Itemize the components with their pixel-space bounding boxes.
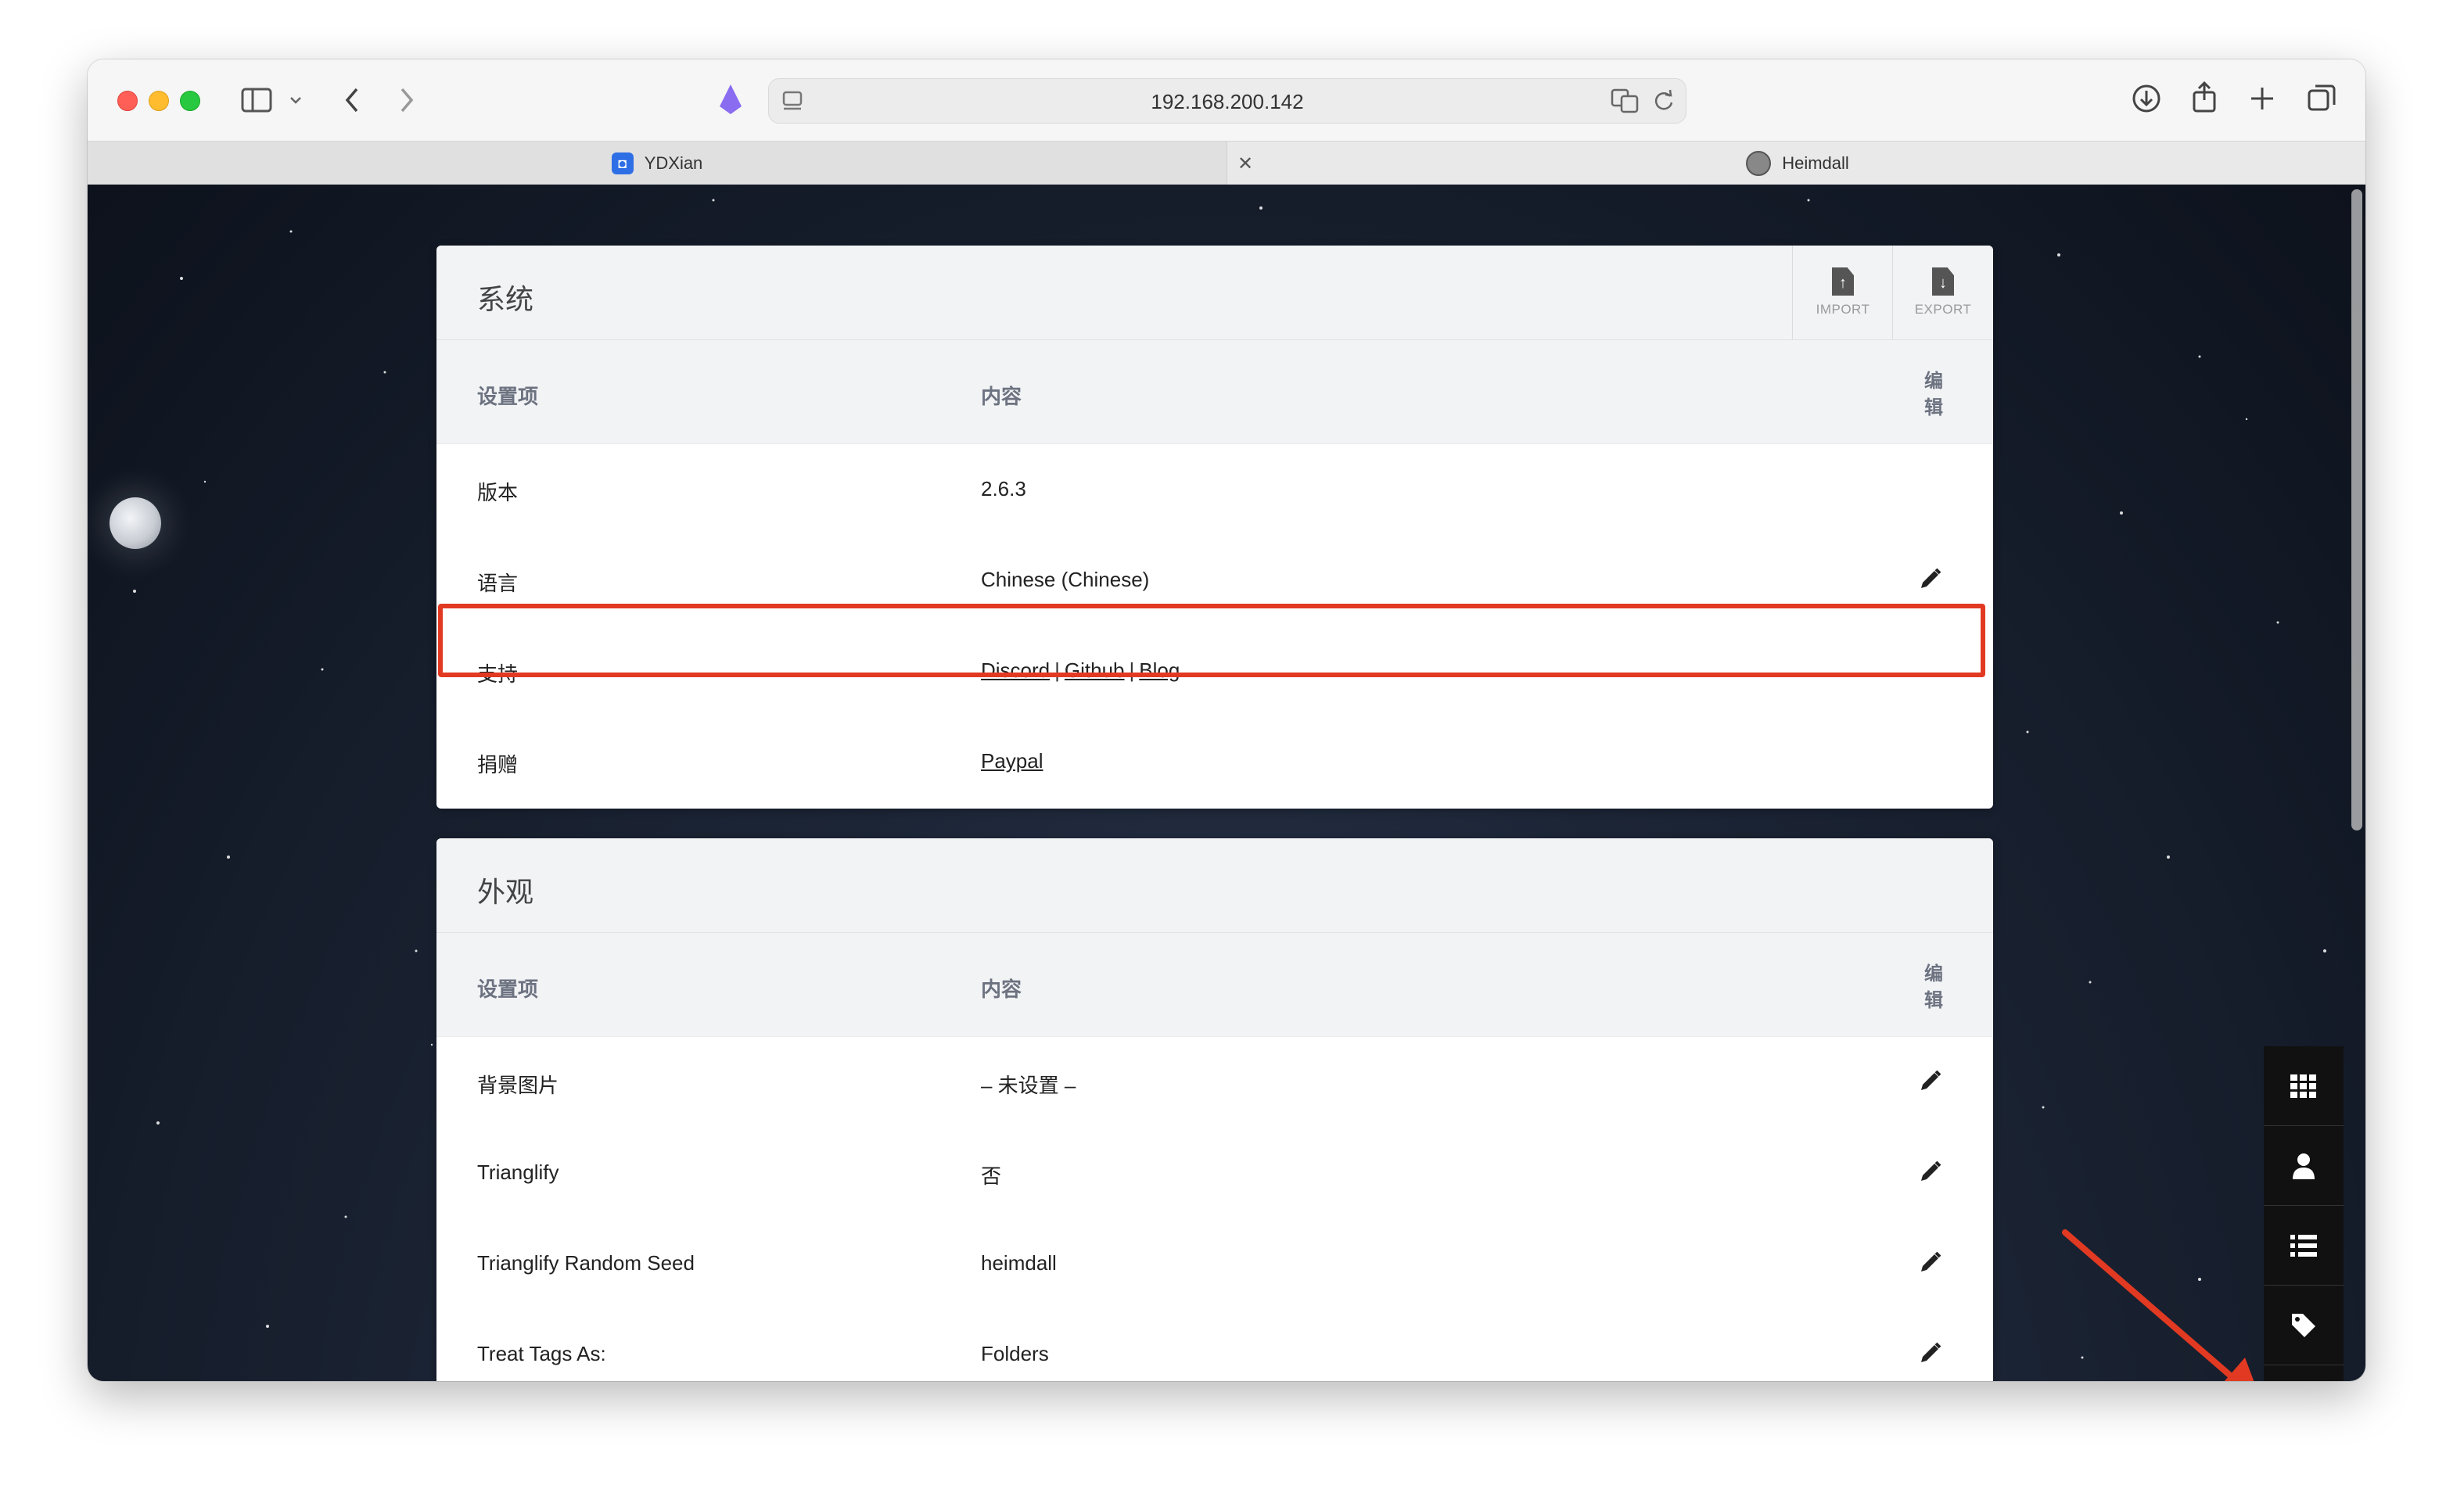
row-label: Treat Tags As: [477,1342,606,1365]
export-label: EXPORT [1914,302,1972,317]
file-upload-icon: ↑ [1832,267,1854,296]
row-value: Folders [981,1342,1049,1365]
appearance-panel: 外观 设置项 内容 编辑 背景图片 – 未设置 – Trianglify 否 T… [436,838,1993,1381]
tab-heimdall[interactable]: Heimdall [1230,142,2365,185]
table-row: 捐赠 Paypal [436,716,1993,807]
dock-settings-button[interactable] [2264,1365,2344,1381]
column-content: 内容 [981,385,1022,408]
system-panel-header: 系统 ↑ IMPORT ↓ EXPORT [436,246,1993,340]
table-row: 背景图片 – 未设置 – [436,1037,1993,1128]
ydxian-icon: ◘ [611,152,634,174]
browser-toolbar: 192.168.200.142 [88,59,2365,141]
table-row: Trianglify 否 [436,1128,1993,1218]
table-header: 设置项 内容 编辑 [436,340,1993,444]
file-download-icon: ↓ [1932,267,1954,296]
table-row: 版本 2.6.3 [436,444,1993,535]
address-bar[interactable]: 192.168.200.142 [768,78,1686,124]
page-scrollbar[interactable] [2351,189,2362,830]
row-value: 2.6.3 [981,477,1026,500]
dock-tags-button[interactable] [2264,1286,2344,1365]
user-icon [2293,1153,2315,1179]
pencil-icon[interactable] [1918,1068,1943,1093]
chevron-down-icon[interactable] [289,95,302,105]
row-label: Trianglify [477,1160,559,1184]
tag-icon [2292,1313,2315,1337]
row-value: 否 [981,1164,1002,1188]
pencil-icon[interactable] [1918,1250,1943,1275]
download-icon[interactable] [2131,83,2162,114]
heimdall-icon [1746,151,1772,176]
dock-apps-button[interactable] [2264,1046,2344,1126]
url-text: 192.168.200.142 [1151,90,1304,113]
reload-icon[interactable] [1651,88,1675,113]
table-header: 设置项 内容 编辑 [436,933,1993,1037]
row-value: Chinese (Chinese) [981,568,1150,591]
list-icon [2290,1234,2317,1257]
close-window-button[interactable] [117,91,138,111]
panel-title: 外观 [477,876,534,908]
column-edit: 编辑 [1924,371,1943,418]
minimize-window-button[interactable] [149,91,169,111]
appearance-panel-header: 外观 [436,838,1993,933]
back-icon[interactable] [343,86,361,114]
column-content: 内容 [981,977,1022,1001]
translate-icon[interactable] [1611,88,1640,113]
system-panel: 系统 ↑ IMPORT ↓ EXPORT 设置项 内容 编辑 版本 2.6.3 [436,246,1993,809]
tab-label: YDXian [644,153,703,173]
grid-icon [2290,1074,2316,1098]
tab-overview-icon[interactable] [2306,83,2337,114]
dock-items-button[interactable] [2264,1206,2344,1286]
row-label: 背景图片 [477,1074,559,1097]
row-label: 语言 [477,572,519,595]
tab-label: Heimdall [1782,153,1849,173]
import-button[interactable]: ↑ IMPORT [1792,246,1893,339]
donate-links: Paypal [981,749,1043,773]
pencil-icon[interactable] [1918,1340,1943,1365]
dock-users-button[interactable] [2264,1126,2344,1206]
share-icon[interactable] [2190,80,2218,114]
forward-icon[interactable] [397,86,416,114]
sidebar-toggle-icon[interactable] [241,88,272,113]
language-row-highlight [438,604,1985,677]
new-tab-icon[interactable] [2248,84,2276,113]
row-label: 捐赠 [477,753,519,777]
zoom-window-button[interactable] [180,91,200,111]
row-label: 版本 [477,481,519,504]
row-label: Trianglify Random Seed [477,1251,695,1275]
pencil-icon[interactable] [1918,1159,1943,1184]
column-edit: 编辑 [1924,963,1943,1011]
tab-ydxian[interactable]: ◘ YDXian [88,142,1227,185]
moon-image [110,497,161,549]
row-value: heimdall [981,1251,1057,1275]
column-setting: 设置项 [477,385,539,408]
extension-icon[interactable] [717,83,745,116]
table-row: Treat Tags As: Folders [436,1309,1993,1381]
tab-bar: ◘ YDXian ✕ Heimdall [88,141,2365,186]
browser-window: 192.168.200.142 ◘ YDXian ✕ Heimdall 系统 ↑… [88,59,2365,1381]
right-dock [2264,1046,2344,1381]
paypal-link[interactable]: Paypal [981,749,1043,773]
column-setting: 设置项 [477,977,539,1001]
panel-title: 系统 [477,283,534,315]
import-label: IMPORT [1816,302,1870,317]
row-value: – 未设置 – [981,1074,1076,1097]
arrow-annotation-icon [2062,1229,2254,1381]
export-button[interactable]: ↓ EXPORT [1892,246,1993,339]
pencil-icon[interactable] [1918,566,1943,591]
page-content: 系统 ↑ IMPORT ↓ EXPORT 设置项 内容 编辑 版本 2.6.3 [88,185,2365,1381]
table-row: Trianglify Random Seed heimdall [436,1218,1993,1309]
